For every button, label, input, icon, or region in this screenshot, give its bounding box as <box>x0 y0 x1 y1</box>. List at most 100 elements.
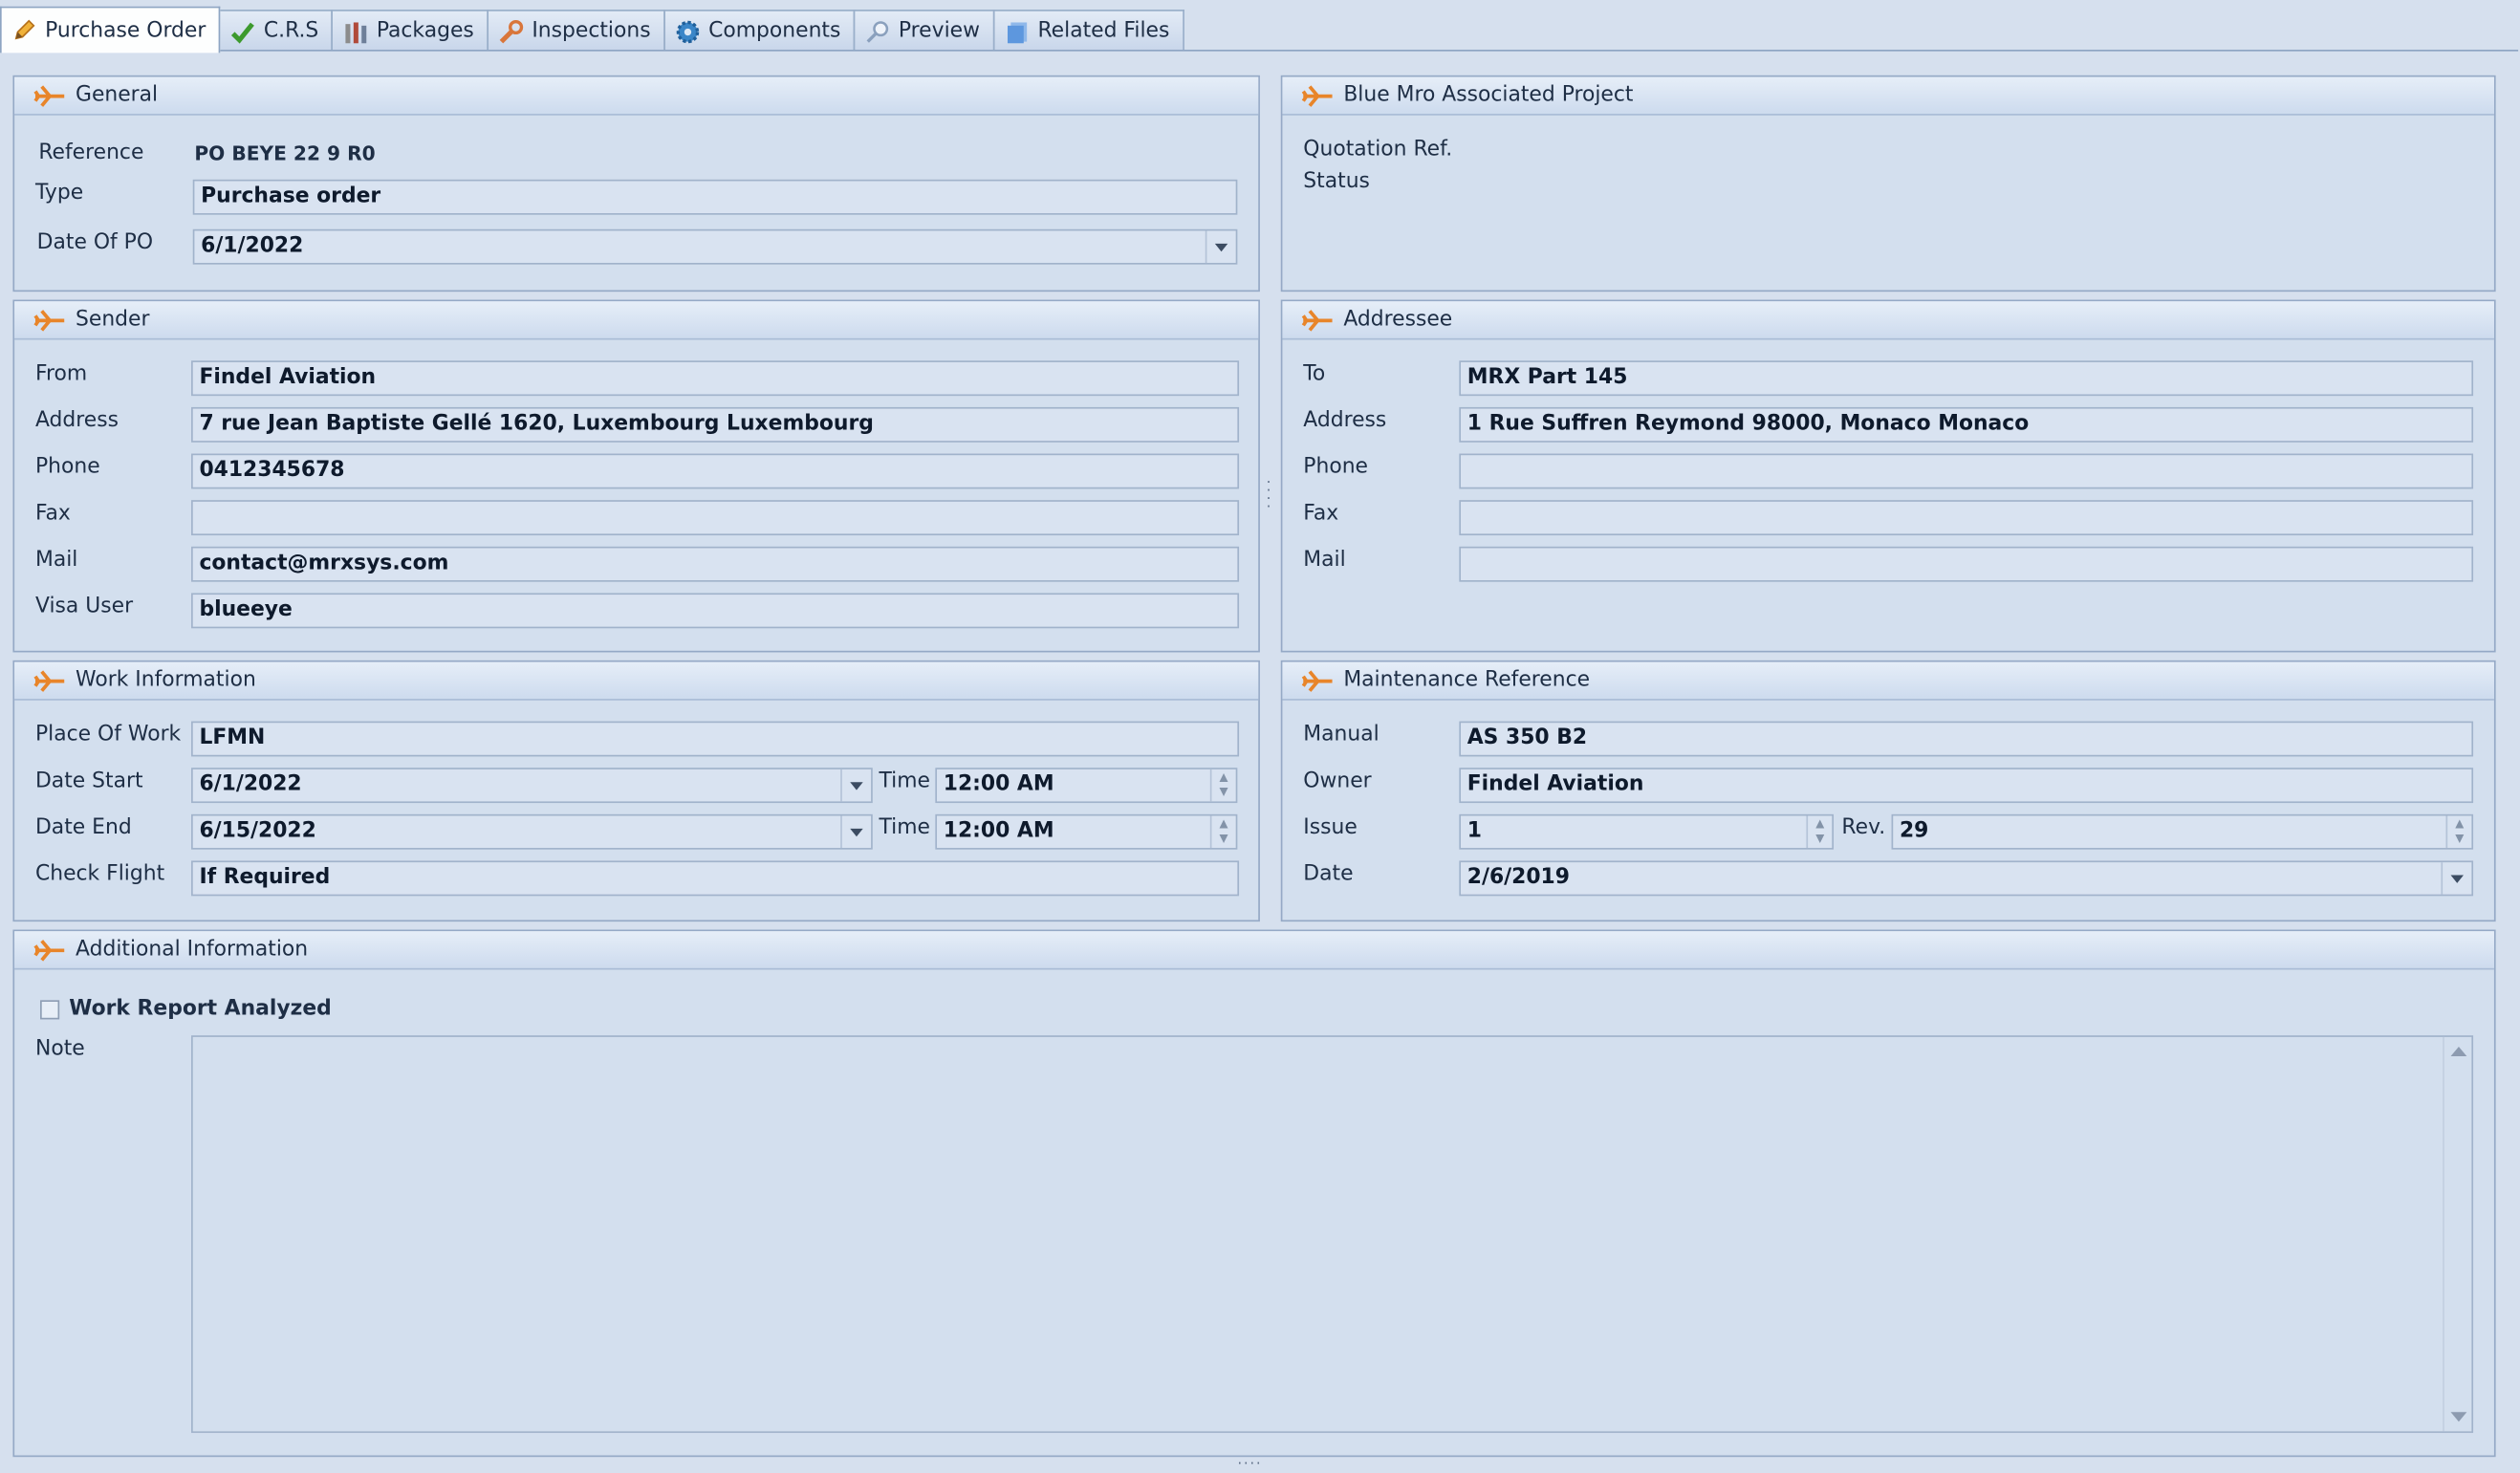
sender-phone-field[interactable]: 0412345678 <box>191 453 1240 489</box>
spin-buttons[interactable]: ▲ ▼ <box>1806 815 1832 849</box>
group-title: Addressee <box>1343 307 1453 333</box>
sender-mail-field[interactable]: contact@mrxsys.com <box>191 546 1240 582</box>
sender-group: Sender From Findel Aviation Address 7 ru… <box>12 299 1260 653</box>
project-group: Blue Mro Associated Project Quotation Re… <box>1280 75 2496 292</box>
sender-fax-label: Fax <box>34 501 71 526</box>
date-start-value: 6/1/2022 <box>199 772 302 797</box>
tab-label: C.R.S <box>263 19 319 44</box>
scroll-up-icon[interactable] <box>2450 1046 2467 1057</box>
tab-related-files[interactable]: Related Files <box>992 10 1184 52</box>
start-time-field[interactable]: 12:00 AM ▲ ▼ <box>935 768 1238 804</box>
tab-preview[interactable]: Preview <box>853 10 995 52</box>
date-of-po-field[interactable]: 6/1/2022 <box>192 228 1238 265</box>
maintenance-reference-group: Maintenance Reference Manual AS 350 B2 O… <box>1280 660 2496 922</box>
visa-user-field[interactable]: blueeye <box>191 593 1240 629</box>
place-of-work-field[interactable]: LFMN <box>191 721 1240 757</box>
sender-address-label: Address <box>34 408 119 433</box>
quotation-ref-label: Quotation Ref. <box>1303 138 1453 162</box>
maintenance-date-field[interactable]: 2/6/2019 <box>1459 860 2474 897</box>
end-time-label: Time <box>879 815 931 840</box>
from-value: Findel Aviation <box>199 365 377 390</box>
date-start-field[interactable]: 6/1/2022 <box>191 768 873 804</box>
note-scrollbar[interactable] <box>2443 1036 2471 1432</box>
to-value: MRX Part 145 <box>1466 365 1628 390</box>
airplane-icon <box>33 669 66 692</box>
addressee-address-field[interactable]: 1 Rue Suffren Reymond 98000, Monaco Mona… <box>1459 406 2474 443</box>
group-title: Blue Mro Associated Project <box>1343 83 1634 108</box>
owner-label: Owner <box>1303 769 1372 794</box>
packages-icon <box>343 18 369 44</box>
dropdown-arrow-icon[interactable] <box>2441 862 2471 895</box>
tab-label: Inspections <box>532 19 651 44</box>
issue-field[interactable]: 1 ▲ ▼ <box>1459 813 1835 850</box>
tab-packages[interactable]: Packages <box>331 10 489 52</box>
type-value: Purchase order <box>201 184 381 208</box>
work-report-checkbox[interactable] <box>40 1000 60 1020</box>
issue-value: 1 <box>1466 818 1482 843</box>
spin-buttons[interactable]: ▲ ▼ <box>1209 769 1236 802</box>
group-title: Work Information <box>76 668 256 693</box>
general-group: General Reference PO BEYE 22 9 R0 Type P… <box>12 75 1260 292</box>
owner-field[interactable]: Findel Aviation <box>1459 768 2474 804</box>
addressee-phone-label: Phone <box>1303 455 1369 480</box>
airplane-icon <box>33 939 66 961</box>
rev-field[interactable]: 29 ▲ ▼ <box>1891 813 2474 850</box>
maintenance-reference-header: Maintenance Reference <box>1282 661 2494 701</box>
check-flight-label: Check Flight <box>34 862 165 887</box>
rev-value: 29 <box>1899 818 1929 843</box>
spin-buttons[interactable]: ▲ ▼ <box>1209 815 1236 849</box>
tab-components[interactable]: Components <box>663 10 856 52</box>
addressee-address-value: 1 Rue Suffren Reymond 98000, Monaco Mona… <box>1466 411 2030 437</box>
tab-purchase-order[interactable]: Purchase Order <box>0 6 221 54</box>
group-title: Sender <box>76 307 150 333</box>
addressee-address-label: Address <box>1303 408 1387 433</box>
date-of-po-label: Date Of PO <box>36 230 154 255</box>
date-of-po-value: 6/1/2022 <box>201 233 304 258</box>
type-field[interactable]: Purchase order <box>192 179 1238 215</box>
sender-address-field[interactable]: 7 rue Jean Baptiste Gellé 1620, Luxembou… <box>191 406 1240 443</box>
spin-buttons[interactable]: ▲ ▼ <box>2445 815 2471 849</box>
manual-value: AS 350 B2 <box>1466 726 1588 750</box>
work-report-label[interactable]: Work Report Analyzed <box>69 997 332 1021</box>
group-title: Maintenance Reference <box>1343 668 1591 693</box>
date-start-label: Date Start <box>34 769 143 794</box>
issue-label: Issue <box>1303 815 1358 840</box>
tab-label: Preview <box>898 19 980 44</box>
airplane-icon <box>1301 84 1335 107</box>
visa-user-value: blueeye <box>199 597 293 622</box>
date-end-field[interactable]: 6/15/2022 <box>191 813 873 850</box>
tab-inspections[interactable]: Inspections <box>487 10 665 52</box>
sender-fax-field[interactable] <box>191 500 1240 536</box>
from-field[interactable]: Findel Aviation <box>191 360 1240 397</box>
addressee-phone-field[interactable] <box>1459 453 2474 489</box>
to-label: To <box>1303 361 1326 387</box>
end-time-field[interactable]: 12:00 AM ▲ ▼ <box>935 813 1238 850</box>
pencil-icon <box>11 17 37 43</box>
manual-field[interactable]: AS 350 B2 <box>1459 721 2474 757</box>
check-flight-field[interactable]: If Required <box>191 860 1240 897</box>
sender-mail-label: Mail <box>34 548 78 573</box>
airplane-icon <box>1301 669 1335 692</box>
visa-user-label: Visa User <box>34 595 134 619</box>
horizontal-splitter-grip[interactable]: ···· <box>1237 1457 1262 1473</box>
vertical-splitter-grip[interactable]: · · · · <box>1267 477 1271 515</box>
files-icon <box>1004 18 1030 44</box>
to-field[interactable]: MRX Part 145 <box>1459 360 2474 397</box>
scroll-down-icon[interactable] <box>2450 1412 2467 1422</box>
dropdown-arrow-icon[interactable] <box>840 815 871 849</box>
wrench-icon <box>498 18 524 44</box>
end-time-value: 12:00 AM <box>943 818 1054 843</box>
addressee-mail-field[interactable] <box>1459 546 2474 582</box>
addressee-fax-field[interactable] <box>1459 500 2474 536</box>
dropdown-arrow-icon[interactable] <box>1205 230 1236 263</box>
group-title: Additional Information <box>76 937 309 963</box>
note-textarea[interactable] <box>191 1035 2474 1434</box>
addressee-header: Addressee <box>1282 301 2494 340</box>
addressee-fax-label: Fax <box>1303 501 1339 526</box>
additional-information-header: Additional Information <box>14 931 2494 970</box>
tab-crs[interactable]: C.R.S <box>218 10 334 52</box>
dropdown-arrow-icon[interactable] <box>840 769 871 802</box>
gear-icon <box>675 18 701 44</box>
place-of-work-label: Place Of Work <box>34 723 182 747</box>
project-header: Blue Mro Associated Project <box>1282 76 2494 116</box>
